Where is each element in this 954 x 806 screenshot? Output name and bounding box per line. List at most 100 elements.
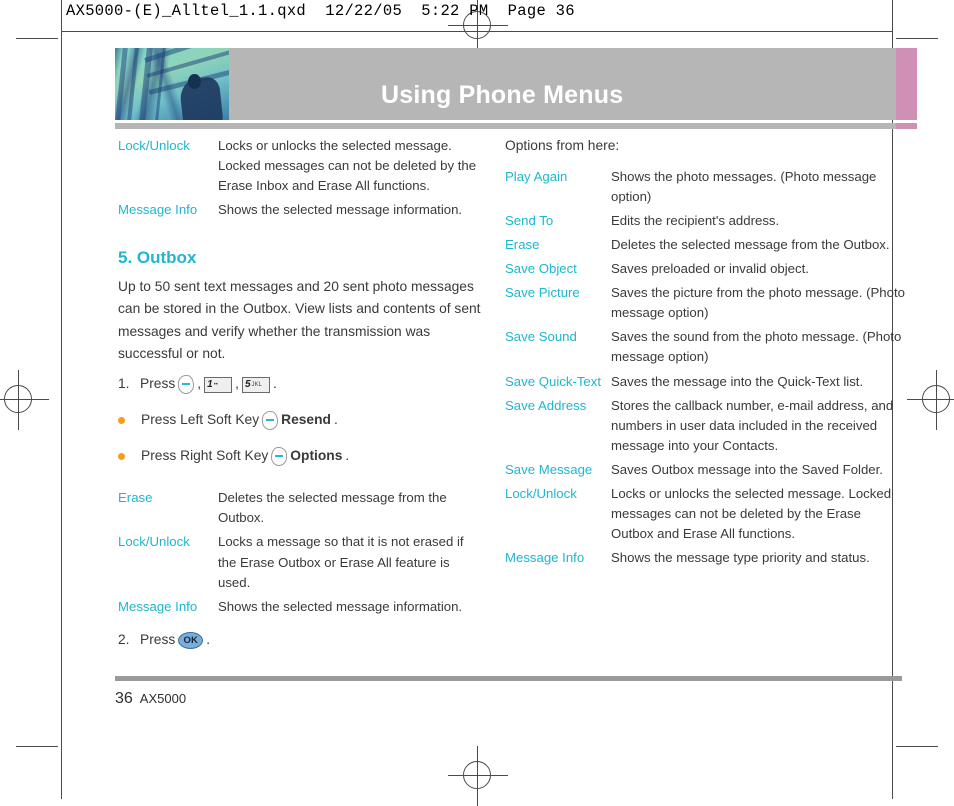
option-description: Locks or unlocks the selected message. L…: [218, 138, 477, 194]
bullet-dot-icon: [118, 453, 125, 461]
option-term: Message Info: [505, 550, 585, 566]
page-title: Using Phone Menus: [381, 81, 624, 109]
section-heading-outbox: 5. Outbox: [118, 248, 197, 268]
option-term: Save Picture: [505, 285, 580, 301]
table-row: Lock/Unlock Locks or unlocks the selecte…: [118, 136, 483, 196]
bullet-options-period: .: [345, 448, 350, 464]
table-row: Save Sound Saves the sound from the phot…: [505, 327, 905, 367]
table-row: Save Object Saves preloaded or invalid o…: [505, 259, 905, 279]
table-row: Send To Edits the recipient's address.: [505, 211, 905, 231]
message-options-table: Play Again Shows the photo messages. (Ph…: [505, 167, 905, 568]
table-row: Save Address Stores the callback number,…: [505, 396, 905, 456]
option-description: Saves the message into the Quick-Text li…: [611, 373, 864, 389]
inbox-options-table: Lock/Unlock Locks or unlocks the selecte…: [118, 136, 483, 220]
crop-mark-top-right-h: [896, 38, 938, 39]
step-1-number: 1.: [118, 376, 130, 392]
bullet-resend-label: Resend: [281, 412, 331, 428]
step-2: 2. Press OK .: [118, 630, 483, 651]
bullet-resend-period: .: [333, 412, 338, 428]
keypad-key-1-digit: 1: [207, 378, 213, 390]
bullet-item-options: Press Right Soft Key Options.: [118, 446, 483, 467]
table-row: Erase Deletes the selected message from …: [505, 235, 905, 255]
keypad-key-5-sub: JKL: [251, 381, 262, 388]
left-column: Lock/Unlock Locks or unlocks the selecte…: [118, 136, 483, 651]
footer-model-name: AX5000: [139, 691, 187, 706]
step-2-number: 2.: [118, 631, 130, 647]
header-bottom-rule: [115, 123, 902, 129]
table-row: Lock/Unlock Locks a message so that it i…: [118, 532, 483, 592]
option-term: Send To: [505, 213, 554, 229]
step-1: 1. Press , 1•• , 5JKL .: [118, 374, 483, 395]
option-term: Play Again: [505, 168, 568, 184]
table-row: Lock/Unlock Locks or unlocks the selecte…: [505, 484, 905, 544]
header-photo: [115, 48, 229, 120]
table-row: Play Again Shows the photo messages. (Ph…: [505, 167, 905, 207]
bullet-item-resend: Press Left Soft Key Resend.: [118, 410, 483, 431]
table-row: Message Info Shows the selected message …: [118, 200, 483, 220]
crop-mark-bottom-right-h: [896, 746, 938, 747]
crop-mark-top-left-h: [16, 38, 58, 39]
trim-line-left: [61, 0, 62, 799]
keypad-key-5-digit: 5: [244, 378, 251, 390]
keypad-key-5-icon: 5JKL: [241, 376, 270, 393]
table-row: Save Quick-Text Saves the message into t…: [505, 372, 905, 392]
option-term: Lock/Unlock: [505, 485, 577, 501]
option-description: Deletes the selected message from the Ou…: [218, 490, 447, 526]
bullet-options-label: Options: [290, 448, 343, 464]
step-2-period: .: [206, 631, 211, 647]
ok-key-icon: OK: [178, 631, 204, 649]
table-row: Message Info Shows the message type prio…: [505, 548, 905, 568]
option-description: Shows the message type priority and stat…: [611, 550, 870, 566]
right-soft-key-icon: [271, 447, 288, 467]
step-2-label: Press: [140, 631, 176, 647]
option-term: Message Info: [118, 598, 198, 614]
table-row: Save Message Saves Outbox message into t…: [505, 460, 905, 480]
header-pink-tab: [896, 48, 917, 120]
option-term: Message Info: [118, 202, 198, 218]
outbox-options-table: Erase Deletes the selected message from …: [118, 488, 483, 616]
step-1-comma-2: ,: [235, 376, 239, 392]
option-term: Save Quick-Text: [505, 373, 602, 389]
option-description: Shows the selected message information.: [218, 202, 463, 218]
option-description: Deletes the selected message from the Ou…: [611, 237, 890, 253]
option-term: Lock/Unlock: [118, 534, 190, 550]
option-term: Save Address: [505, 397, 587, 413]
option-term: Erase: [505, 237, 540, 253]
keypad-key-1-icon: 1••: [204, 376, 233, 393]
keypad-key-1-sub: ••: [213, 381, 218, 388]
option-term: Lock/Unlock: [118, 138, 190, 153]
option-term: Save Sound: [505, 329, 577, 345]
bullet-dot-icon: [118, 417, 125, 425]
option-term: Save Message: [505, 461, 593, 477]
option-description: Saves the picture from the photo message…: [611, 285, 905, 321]
option-description: Shows the selected message information.: [218, 598, 463, 614]
option-description: Saves Outbox message into the Saved Fold…: [611, 461, 883, 477]
page-header: Using Phone Menus: [115, 48, 917, 120]
left-soft-key-icon: [262, 411, 279, 431]
registration-mark-left: [0, 370, 49, 430]
option-description: Shows the photo messages. (Photo message…: [611, 168, 877, 205]
footer-rule: [115, 676, 902, 681]
option-description: Locks or unlocks the selected message. L…: [611, 485, 892, 541]
table-row: Message Info Shows the selected message …: [118, 597, 483, 617]
step-1-comma-1: ,: [197, 376, 202, 392]
prepress-slug-line: AX5000-(E)_Alltel_1.1.qxd 12/22/05 5:22 …: [66, 2, 575, 20]
crop-mark-bottom-left-h: [16, 746, 58, 747]
option-term: Erase: [118, 490, 153, 506]
registration-mark-bottom: [448, 746, 508, 806]
registration-mark-right: [907, 370, 954, 430]
bullet-options-prefix: Press Right Soft Key: [141, 448, 269, 464]
outbox-body-paragraph: Up to 50 sent text messages and 20 sent …: [118, 279, 481, 362]
option-description: Saves the sound from the photo message. …: [611, 329, 902, 365]
page-footer: 36 AX5000: [115, 690, 186, 708]
option-description: Locks a message so that it is not erased…: [218, 534, 464, 590]
soft-key-icon: [178, 375, 195, 395]
option-description: Edits the recipient's address.: [611, 213, 780, 229]
bullet-resend-prefix: Press Left Soft Key: [141, 412, 260, 428]
table-row: Erase Deletes the selected message from …: [118, 488, 483, 528]
table-row: Save Picture Saves the picture from the …: [505, 283, 905, 323]
step-1-label: Press: [140, 376, 176, 392]
header-bottom-rule-accent: [896, 123, 917, 129]
option-description: Stores the callback number, e-mail addre…: [611, 397, 894, 453]
option-description: Saves preloaded or invalid object.: [611, 261, 809, 277]
